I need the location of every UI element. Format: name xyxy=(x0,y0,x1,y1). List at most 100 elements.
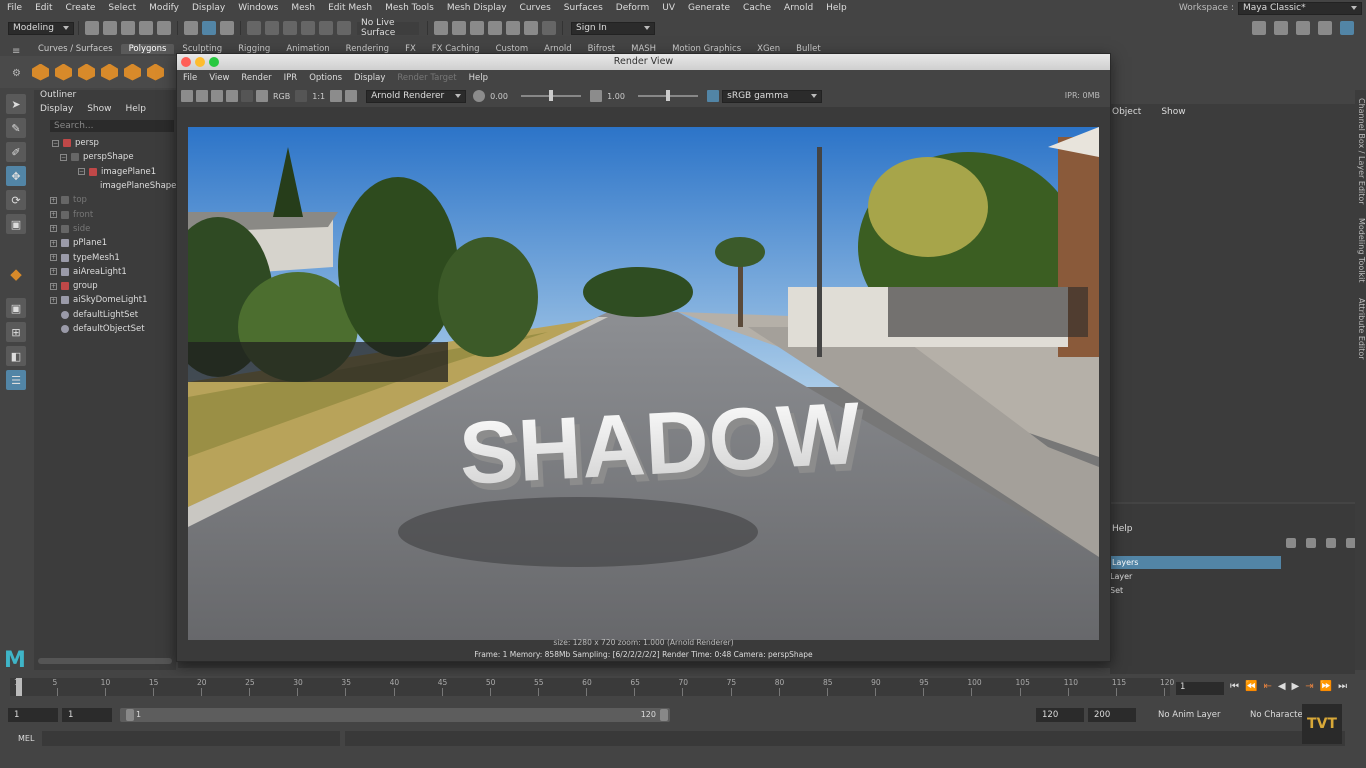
expand-icon[interactable]: + xyxy=(50,268,57,276)
display-image-icon[interactable] xyxy=(330,90,343,102)
exposure-value[interactable]: 0.00 xyxy=(488,92,518,101)
step-forward-key-icon[interactable]: ⏩ xyxy=(1320,681,1332,692)
remove-image-icon[interactable] xyxy=(345,90,358,102)
menu-cache[interactable]: Cache xyxy=(736,3,777,13)
menu-file[interactable]: File xyxy=(0,3,28,13)
sign-in-dropdown[interactable]: Sign In xyxy=(571,21,655,35)
time-ruler[interactable]: 1510152025303540455055606570758085909510… xyxy=(10,678,1174,696)
tree-item-persp[interactable]: − persp xyxy=(34,136,176,150)
go-to-start-icon[interactable]: ⏮ xyxy=(1230,681,1239,692)
tab-modeling-toolkit[interactable]: Modeling Toolkit xyxy=(1355,218,1366,282)
save-scene-icon[interactable] xyxy=(121,21,135,35)
exposure-slider-knob[interactable] xyxy=(549,90,554,101)
menu-generate[interactable]: Generate xyxy=(681,3,736,13)
poly-cone-icon[interactable] xyxy=(101,63,118,81)
maximize-icon[interactable] xyxy=(209,57,219,67)
toggle-channel-layer-icon[interactable] xyxy=(1340,21,1354,35)
tree-item-top[interactable]: + top xyxy=(34,193,176,207)
gamma-reset-icon[interactable] xyxy=(590,90,603,102)
menu-modify[interactable]: Modify xyxy=(142,3,185,13)
snap-view-icon[interactable] xyxy=(301,21,315,35)
range-slider[interactable]: 1 120 xyxy=(120,708,670,722)
rv-menu-render[interactable]: Render xyxy=(235,73,277,83)
rgb-channel-button[interactable]: RGB xyxy=(271,92,292,101)
go-to-end-icon[interactable]: ⏭ xyxy=(1338,681,1347,692)
mel-label[interactable]: MEL xyxy=(18,734,34,743)
playback-start-field[interactable]: 1 xyxy=(62,708,112,722)
expand-icon[interactable]: + xyxy=(50,239,57,247)
collapse-icon[interactable]: − xyxy=(52,139,59,147)
menu-arnold[interactable]: Arnold xyxy=(777,3,819,13)
tree-item-aiAreaLight1[interactable]: + aiAreaLight1 xyxy=(34,265,176,279)
ipr-render-icon[interactable] xyxy=(470,21,484,35)
snap-grid-icon[interactable] xyxy=(247,21,261,35)
ipr-icon[interactable] xyxy=(226,90,238,102)
tree-item-imagePlaneShape1[interactable]: imagePlaneShape1 xyxy=(34,179,182,193)
outliner-scrollbar[interactable] xyxy=(38,658,172,664)
outliner-menu-help[interactable]: Help xyxy=(125,104,146,114)
arnold-render-icon[interactable] xyxy=(524,21,538,35)
menu-mesh-display[interactable]: Mesh Display xyxy=(440,3,513,13)
rv-menu-display[interactable]: Display xyxy=(348,73,391,83)
snap-surface-icon[interactable] xyxy=(319,21,333,35)
tab-attribute-editor[interactable]: Attribute Editor xyxy=(1355,298,1366,360)
rv-menu-options[interactable]: Options xyxy=(303,73,348,83)
layer-item[interactable]: Set xyxy=(1110,586,1123,595)
current-frame-field[interactable]: 1 xyxy=(1176,682,1224,695)
expand-icon[interactable]: + xyxy=(50,225,57,233)
tree-item-defaultObjectSet[interactable]: defaultObjectSet xyxy=(34,322,176,336)
minimize-icon[interactable] xyxy=(195,57,205,67)
shelf-tab-curves-surfaces[interactable]: Curves / Surfaces xyxy=(30,44,121,54)
select-component-icon[interactable] xyxy=(220,21,234,35)
range-end-handle[interactable] xyxy=(660,709,668,721)
current-time-marker[interactable] xyxy=(16,678,22,696)
menu-edit[interactable]: Edit xyxy=(28,3,58,13)
rv-menu-file[interactable]: File xyxy=(177,73,203,83)
poly-plane-icon[interactable] xyxy=(124,63,141,81)
lasso-tool-icon[interactable]: ✎ xyxy=(6,118,26,138)
tree-item-perspShape[interactable]: − perspShape xyxy=(34,150,176,164)
menu-select[interactable]: Select xyxy=(101,3,142,13)
select-hierarchy-icon[interactable] xyxy=(184,21,198,35)
exposure-reset-icon[interactable] xyxy=(473,90,486,102)
toggle-channel-box-icon[interactable] xyxy=(1274,21,1288,35)
step-back-frame-icon[interactable]: ⇤ xyxy=(1263,681,1271,692)
new-scene-icon[interactable] xyxy=(85,21,99,35)
menu-create[interactable]: Create xyxy=(59,3,102,13)
expand-icon[interactable]: + xyxy=(50,296,57,304)
layer-item-selected[interactable]: Layers xyxy=(1110,556,1281,569)
expand-icon[interactable]: + xyxy=(50,196,57,204)
command-input[interactable] xyxy=(42,731,340,746)
poly-cylinder-icon[interactable] xyxy=(78,63,95,81)
color-space-dropdown[interactable]: sRGB gamma xyxy=(722,89,823,103)
outliner-search-input[interactable]: Search... xyxy=(50,120,174,132)
single-perspective-icon[interactable]: ▣ xyxy=(6,298,26,318)
scale-tool-icon[interactable]: ▣ xyxy=(6,214,26,234)
menu-mesh[interactable]: Mesh xyxy=(284,3,321,13)
play-backward-icon[interactable]: ◀ xyxy=(1278,681,1286,692)
menu-mesh-tools[interactable]: Mesh Tools xyxy=(378,3,440,13)
renderer-dropdown[interactable]: Arnold Renderer xyxy=(366,89,467,103)
alpha-channel-icon[interactable] xyxy=(295,90,308,102)
snapshot-icon[interactable] xyxy=(211,90,223,102)
shelf-gear-icon[interactable]: ⚙ xyxy=(12,68,21,79)
move-tool-icon[interactable]: ✥ xyxy=(6,166,26,186)
tree-item-imagePlane1[interactable]: − imagePlane1 xyxy=(34,165,176,179)
move-layer-down-icon[interactable] xyxy=(1306,538,1316,548)
menu-surfaces[interactable]: Surfaces xyxy=(557,3,609,13)
render-settings-icon[interactable] xyxy=(434,21,448,35)
gamma-slider[interactable] xyxy=(638,90,699,101)
select-tool-icon[interactable]: ➤ xyxy=(6,94,26,114)
tree-item-group[interactable]: + group xyxy=(34,279,176,293)
open-scene-icon[interactable] xyxy=(103,21,117,35)
select-object-icon[interactable] xyxy=(202,21,216,35)
render-frame-icon[interactable] xyxy=(452,21,466,35)
tree-item-typeMesh1[interactable]: + typeMesh1 xyxy=(34,250,176,264)
toggle-attribute-editor-icon[interactable] xyxy=(1296,21,1310,35)
layer-item[interactable]: Layer xyxy=(1110,572,1132,581)
play-forward-icon[interactable]: ▶ xyxy=(1292,681,1300,692)
rv-menu-view[interactable]: View xyxy=(203,73,235,83)
live-surface-field[interactable]: No Live Surface xyxy=(357,18,419,38)
toggle-tool-settings-icon[interactable] xyxy=(1318,21,1332,35)
snap-point-icon[interactable] xyxy=(283,21,297,35)
